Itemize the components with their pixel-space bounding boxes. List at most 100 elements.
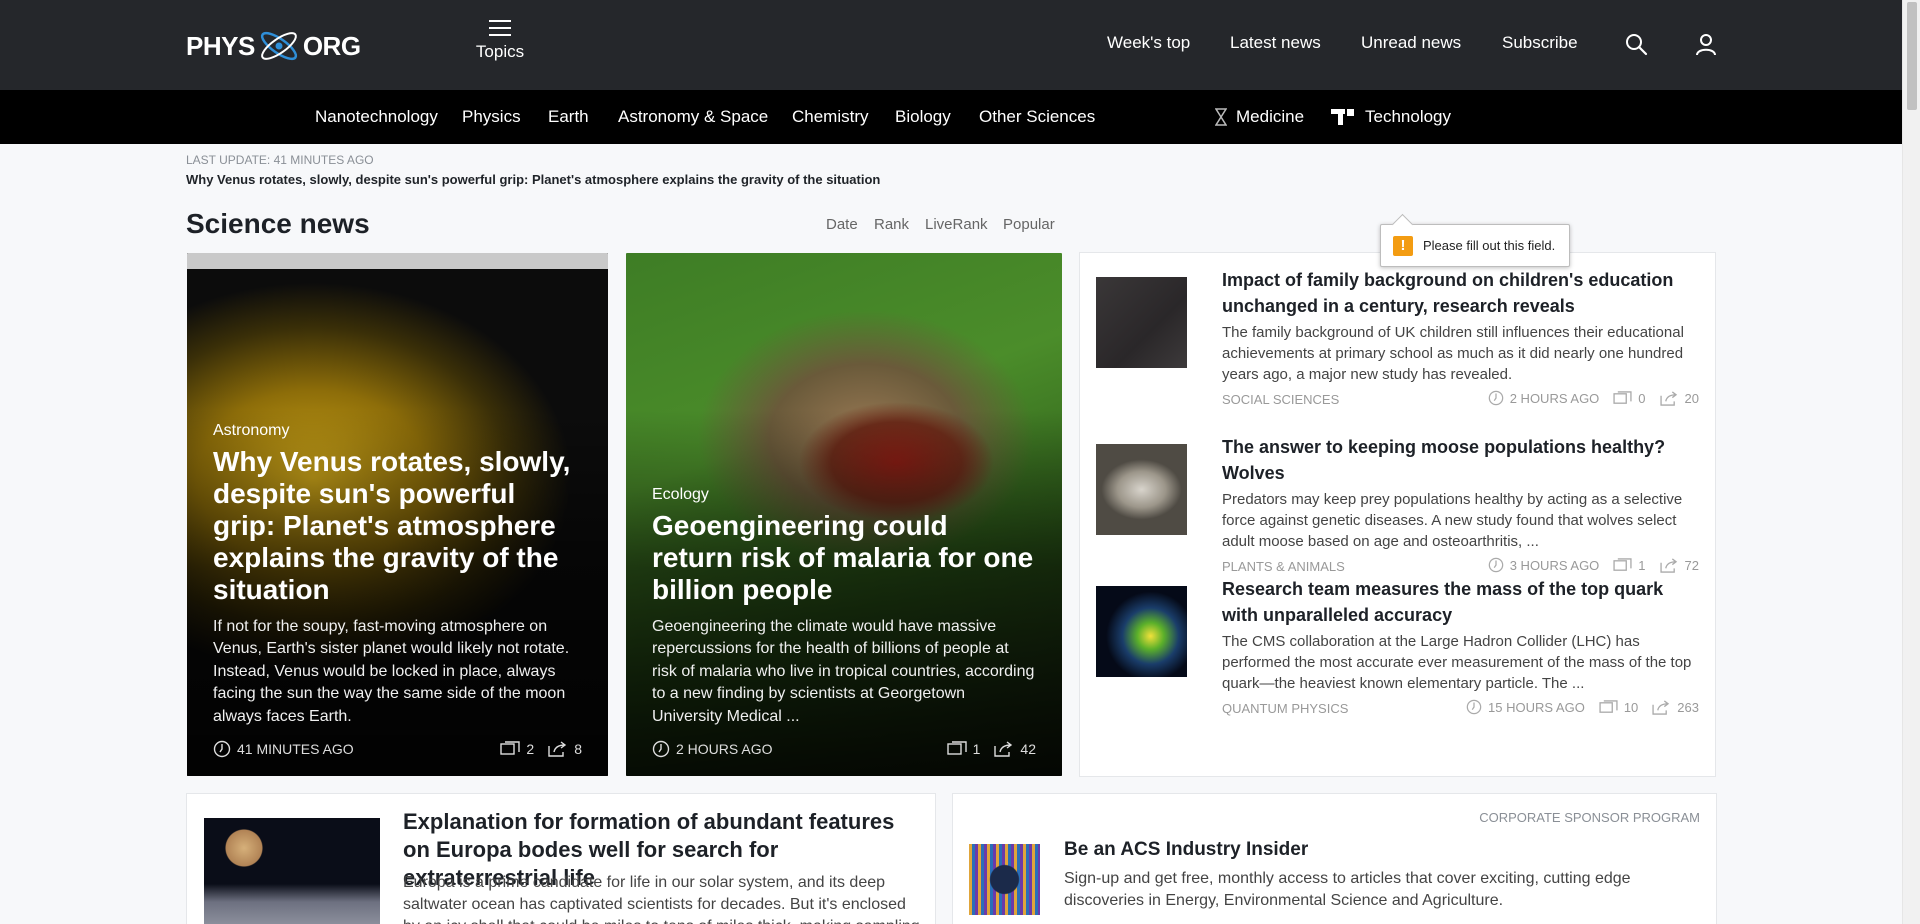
feature-card-venus[interactable]: Astronomy Why Venus rotates, slowly, des… [187, 253, 608, 776]
feature-time: 41 MINUTES AGO [237, 741, 354, 757]
list-item-title[interactable]: The answer to keeping moose populations … [1222, 434, 1699, 486]
page-scrollbar[interactable] [1902, 0, 1920, 924]
hamburger-icon [489, 20, 511, 36]
top-header: PHYS ORG Topics Week's top Latest news U… [0, 0, 1902, 90]
category-technology[interactable]: Technology [1365, 107, 1451, 127]
feature-description: If not for the soupy, fast-moving atmosp… [213, 617, 570, 725]
list-item[interactable]: The answer to keeping moose populations … [1096, 434, 1699, 574]
feature-content: Astronomy Why Venus rotates, slowly, des… [213, 422, 582, 761]
sort-liverank[interactable]: LiveRank [925, 216, 988, 233]
comments-icon [1613, 557, 1632, 571]
europa-card[interactable]: Explanation for formation of abundant fe… [186, 793, 936, 924]
list-item-title[interactable]: Impact of family background on children'… [1222, 267, 1699, 319]
comments-icon [946, 741, 967, 755]
list-item-category[interactable]: QUANTUM PHYSICS [1222, 701, 1348, 716]
share-icon [994, 741, 1013, 757]
list-item-title[interactable]: Research team measures the mass of the t… [1222, 576, 1699, 628]
list-item[interactable]: Impact of family background on children'… [1096, 267, 1699, 427]
feature-title[interactable]: Geoengineering could return risk of mala… [652, 510, 1036, 606]
list-item-comments: 0 [1638, 390, 1646, 406]
validation-tooltip: ! Please fill out this field. [1380, 224, 1570, 267]
sponsor-description: Sign-up and get free, monthly access to … [1064, 870, 1631, 909]
category-chemistry[interactable]: Chemistry [792, 107, 869, 127]
comments-icon [1613, 390, 1632, 404]
list-item-comments: 1 [1638, 557, 1646, 573]
list-item-thumbnail[interactable] [1096, 277, 1187, 368]
feature-description: Geoengineering the climate would have ma… [652, 617, 1035, 725]
list-item-time: 2 HOURS AGO [1509, 390, 1600, 406]
category-medicine[interactable]: Medicine [1236, 107, 1304, 127]
technology-icon [1331, 109, 1354, 125]
section-title: Science news [186, 208, 370, 239]
feature-meta: 2 HOURS AGO 1 42 [652, 738, 1036, 760]
feature-meta: 41 MINUTES AGO 2 8 [213, 738, 582, 760]
feature-time: 2 HOURS AGO [676, 741, 773, 757]
search-icon[interactable] [1624, 32, 1648, 56]
list-item-thumbnail[interactable] [1096, 586, 1187, 677]
nav-subscribe[interactable]: Subscribe [1502, 33, 1578, 53]
list-item-thumbnail[interactable] [1096, 444, 1187, 535]
clock-icon [1466, 699, 1482, 715]
feature-category[interactable]: Ecology [652, 486, 1036, 504]
list-item-description: The CMS collaboration at the Large Hadro… [1222, 633, 1692, 692]
site-logo[interactable]: PHYS ORG [186, 28, 361, 64]
list-item-time: 15 HOURS AGO [1488, 699, 1585, 715]
list-item-shares: 72 [1684, 557, 1699, 573]
nav-weeks-top[interactable]: Week's top [1107, 33, 1190, 53]
sponsor-title[interactable]: Be an ACS Industry Insider [1064, 836, 1308, 864]
atom-logo-icon [260, 31, 297, 61]
sort-date[interactable]: Date [826, 216, 858, 233]
sponsor-card[interactable]: CORPORATE SPONSOR PROGRAM Be an ACS Indu… [952, 793, 1717, 924]
category-other-sciences[interactable]: Other Sciences [979, 107, 1095, 127]
chip-image[interactable] [969, 844, 1040, 915]
logo-text-right: ORG [302, 30, 361, 61]
feature-content: Ecology Geoengineering could return risk… [652, 486, 1036, 761]
warning-icon: ! [1393, 235, 1413, 256]
europa-description: Europa is a prime candidate for life in … [403, 874, 920, 924]
list-item-time: 3 HOURS AGO [1509, 557, 1600, 573]
topics-label: Topics [475, 42, 525, 61]
share-icon [1659, 390, 1677, 406]
europa-image[interactable] [204, 818, 380, 924]
tooltip-text: Please fill out this field. [1423, 238, 1556, 253]
clock-icon [1488, 557, 1504, 573]
clock-icon [213, 740, 231, 758]
clock-icon [1488, 390, 1504, 406]
feature-title[interactable]: Why Venus rotates, slowly, despite sun's… [213, 446, 582, 606]
category-nav: Nanotechnology Physics Earth Astronomy &… [0, 90, 1902, 144]
sponsor-label: CORPORATE SPONSOR PROGRAM [1479, 810, 1700, 825]
medicine-hourglass-icon [1215, 108, 1227, 126]
comments-icon [1599, 699, 1618, 713]
category-earth[interactable]: Earth [548, 107, 589, 127]
list-item-meta: QUANTUM PHYSICS 15 HOURS AGO 10 263 [1222, 699, 1699, 719]
list-item-meta: SOCIAL SCIENCES 2 HOURS AGO 0 20 [1222, 390, 1699, 410]
category-astronomy-space[interactable]: Astronomy & Space [618, 107, 768, 127]
sort-popular[interactable]: Popular [1003, 216, 1055, 233]
last-update-headline[interactable]: Why Venus rotates, slowly, despite sun's… [186, 172, 880, 187]
nav-unread-news[interactable]: Unread news [1361, 33, 1461, 53]
nav-latest-news[interactable]: Latest news [1230, 33, 1321, 53]
list-item-meta: PLANTS & ANIMALS 3 HOURS AGO 1 72 [1222, 557, 1699, 577]
category-nanotechnology[interactable]: Nanotechnology [315, 107, 438, 127]
list-item-comments: 10 [1623, 699, 1639, 715]
list-item[interactable]: Research team measures the mass of the t… [1096, 576, 1699, 736]
list-item-shares: 263 [1677, 699, 1699, 715]
clock-icon [652, 740, 670, 758]
comments-icon [500, 741, 521, 755]
feature-category[interactable]: Astronomy [213, 422, 582, 440]
last-update-label: LAST UPDATE: 41 minutes ago [186, 153, 374, 167]
share-icon [1659, 557, 1677, 573]
news-list: Impact of family background on children'… [1079, 252, 1716, 777]
scrollbar-thumb[interactable] [1907, 2, 1917, 110]
feature-shares: 8 [574, 741, 582, 757]
category-physics[interactable]: Physics [462, 107, 521, 127]
logo-text-left: PHYS [186, 30, 255, 61]
user-account-icon[interactable] [1694, 32, 1718, 56]
list-item-category[interactable]: PLANTS & ANIMALS [1222, 559, 1345, 574]
sort-rank[interactable]: Rank [874, 216, 909, 233]
category-biology[interactable]: Biology [895, 107, 951, 127]
list-item-category[interactable]: SOCIAL SCIENCES [1222, 392, 1339, 407]
topics-menu-button[interactable]: Topics [474, 20, 526, 62]
feature-shares: 42 [1020, 741, 1036, 757]
feature-card-malaria[interactable]: Ecology Geoengineering could return risk… [626, 253, 1062, 776]
